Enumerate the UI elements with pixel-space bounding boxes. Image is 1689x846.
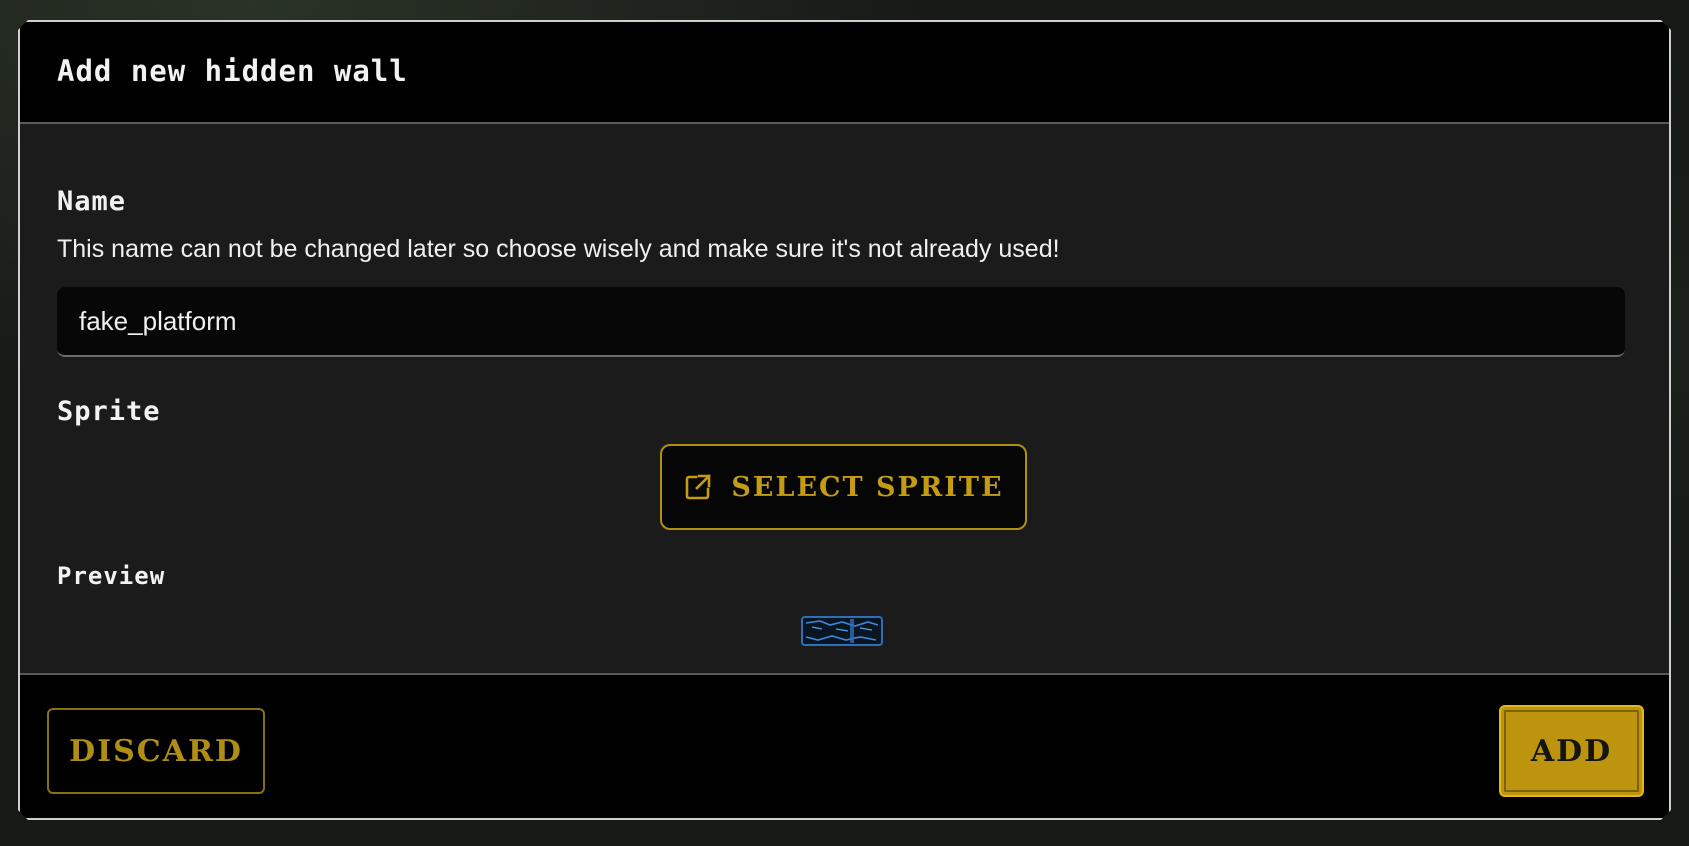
select-sprite-button[interactable]: SELECT SPRITE	[660, 444, 1027, 530]
dialog-title: Add new hidden wall	[57, 54, 408, 88]
discard-button[interactable]: DISCARD	[47, 708, 265, 794]
external-link-icon	[683, 472, 713, 502]
name-help-text: This name can not be changed later so ch…	[57, 235, 1060, 263]
select-sprite-label: SELECT SPRITE	[731, 471, 1004, 503]
dialog-footer: DISCARD ADD	[20, 673, 1669, 820]
preview-label: Preview	[57, 562, 166, 590]
preview-sprite-image	[800, 615, 885, 647]
dialog-header: Add new hidden wall	[20, 22, 1669, 124]
add-button[interactable]: ADD	[1499, 705, 1644, 797]
name-label: Name	[57, 186, 127, 217]
add-hidden-wall-dialog: Add new hidden wall Name This name can n…	[18, 20, 1671, 820]
name-input[interactable]	[57, 287, 1625, 357]
sprite-label: Sprite	[57, 396, 161, 427]
